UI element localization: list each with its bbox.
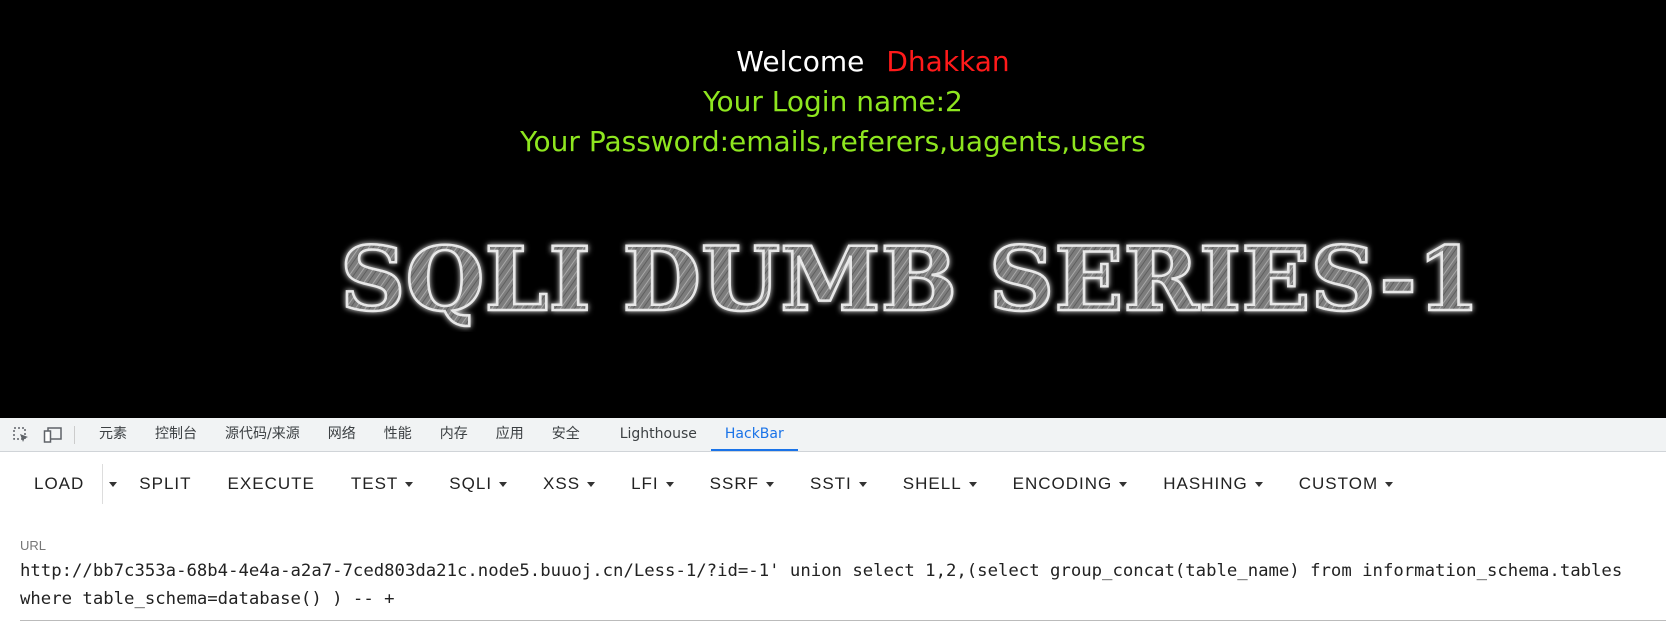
tab-divider xyxy=(74,425,75,444)
ssti-menu-button[interactable]: SSTI xyxy=(796,464,881,504)
load-dropdown-icon[interactable] xyxy=(109,481,118,487)
tab-memory[interactable]: 内存 xyxy=(426,418,482,451)
split-button[interactable]: SPLIT xyxy=(125,464,205,504)
chevron-down-icon xyxy=(665,481,674,487)
execute-button[interactable]: EXECUTE xyxy=(214,464,329,504)
series-banner-logo: SQLI DUMB SERIES-1 xyxy=(339,226,1490,336)
ssti-menu-label: SSTI xyxy=(809,474,852,493)
page-content: Welcome Dhakkan Your Login name:2 Your Pa… xyxy=(0,0,1666,418)
encoding-menu-label: ENCODING xyxy=(1012,474,1113,493)
chevron-down-icon xyxy=(1119,481,1128,487)
tab-console[interactable]: 控制台 xyxy=(141,418,211,451)
tab-lighthouse[interactable]: Lighthouse xyxy=(606,418,711,451)
lfi-menu-button[interactable]: LFI xyxy=(617,464,688,504)
chevron-down-icon xyxy=(587,481,596,487)
execute-button-label: EXECUTE xyxy=(227,474,315,493)
password-line: Your Password:emails,referers,uagents,us… xyxy=(520,125,1146,158)
login-name-line: Your Login name:2 xyxy=(703,85,963,118)
login-result: Welcome Dhakkan Your Login name:2 Your Pa… xyxy=(0,42,1666,162)
tab-sources[interactable]: 源代码/来源 xyxy=(211,418,314,451)
url-input-underline xyxy=(20,620,1666,621)
sqli-menu-label: SQLI xyxy=(449,474,493,493)
tab-application[interactable]: 应用 xyxy=(482,418,538,451)
chevron-down-icon xyxy=(405,481,414,487)
tab-hackbar[interactable]: HackBar xyxy=(710,418,798,451)
devtools-tab-bar: 元素 控制台 源代码/来源 网络 性能 内存 应用 安全 Lighthouse … xyxy=(0,418,1666,452)
url-label: URL xyxy=(20,538,47,553)
devtools-panel: 元素 控制台 源代码/来源 网络 性能 内存 应用 安全 Lighthouse … xyxy=(0,418,1666,630)
chevron-down-icon xyxy=(968,481,977,487)
tab-network[interactable]: 网络 xyxy=(314,418,370,451)
load-button[interactable]: LOAD xyxy=(20,464,98,504)
device-toolbar-icon[interactable] xyxy=(42,424,64,446)
tab-performance[interactable]: 性能 xyxy=(370,418,426,451)
chevron-down-icon xyxy=(1385,481,1394,487)
load-button-group: LOAD xyxy=(20,464,118,504)
sqli-menu-button[interactable]: SQLI xyxy=(435,464,521,504)
hashing-menu-button[interactable]: HASHING xyxy=(1149,464,1276,504)
tab-elements[interactable]: 元素 xyxy=(85,418,141,451)
hackbar-toolbar: LOAD SPLIT EXECUTE TEST SQLI XSS LFI SSR… xyxy=(0,452,1666,516)
xss-menu-label: XSS xyxy=(543,474,581,493)
custom-menu-button[interactable]: CUSTOM xyxy=(1285,464,1407,504)
chevron-down-icon xyxy=(499,481,508,487)
ssrf-menu-button[interactable]: SSRF xyxy=(696,464,788,504)
test-menu-label: TEST xyxy=(350,474,399,493)
chevron-down-icon xyxy=(1254,481,1263,487)
welcome-word: Welcome xyxy=(736,45,865,78)
url-input[interactable]: http://bb7c353a-68b4-4e4a-a2a7-7ced803da… xyxy=(20,557,1640,613)
encoding-menu-button[interactable]: ENCODING xyxy=(999,464,1142,504)
xss-menu-button[interactable]: XSS xyxy=(529,464,609,504)
tab-security[interactable]: 安全 xyxy=(538,418,594,451)
hashing-menu-label: HASHING xyxy=(1163,474,1248,493)
welcome-name: Dhakkan xyxy=(886,45,1010,78)
banner-text: SQLI DUMB SERIES-1 xyxy=(340,232,1480,331)
chevron-down-icon xyxy=(858,481,867,487)
shell-menu-label: SHELL xyxy=(902,474,962,493)
test-menu-button[interactable]: TEST xyxy=(337,464,427,504)
load-divider xyxy=(102,464,104,504)
ssrf-menu-label: SSRF xyxy=(709,474,759,493)
lfi-menu-label: LFI xyxy=(631,474,659,493)
inspect-element-icon[interactable] xyxy=(10,424,32,446)
custom-menu-label: CUSTOM xyxy=(1298,474,1379,493)
welcome-line: Welcome Dhakkan xyxy=(40,42,1666,82)
split-button-label: SPLIT xyxy=(139,474,192,493)
chevron-down-icon xyxy=(765,481,774,487)
shell-menu-button[interactable]: SHELL xyxy=(889,464,991,504)
